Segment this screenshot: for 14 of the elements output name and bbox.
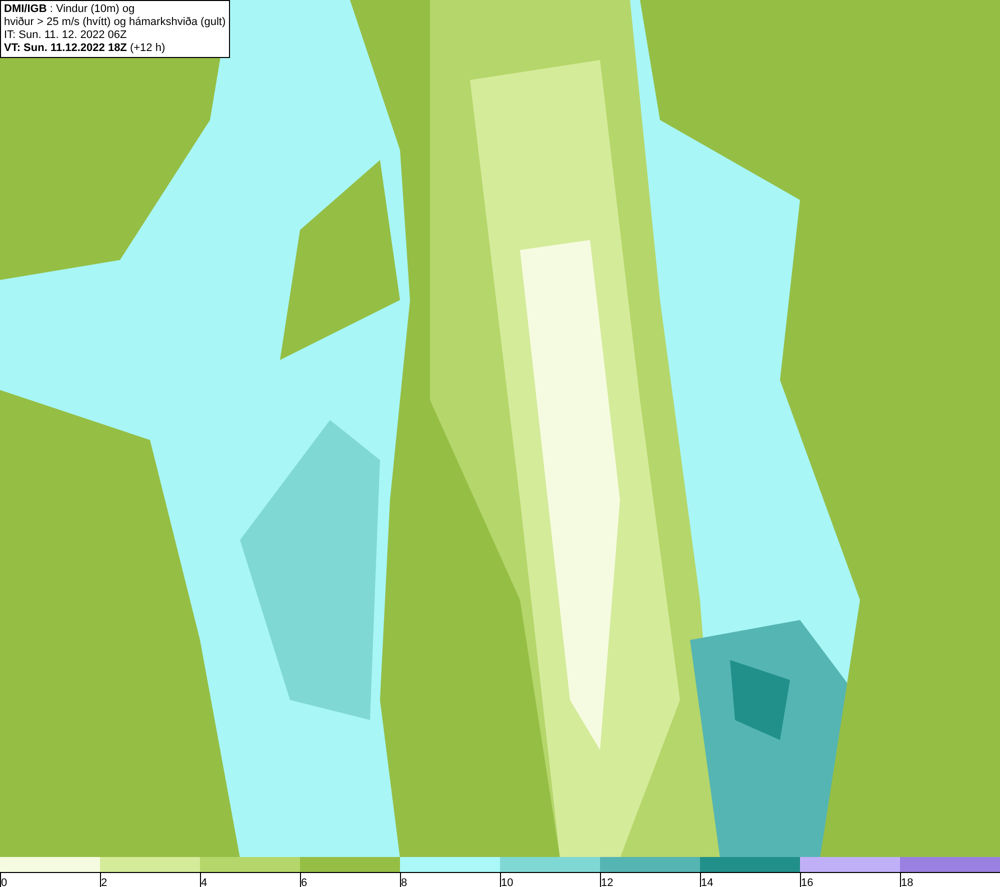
legend-label: 12 — [601, 877, 614, 887]
legend-label: 2 — [101, 877, 108, 887]
legend-label: 18 — [901, 877, 914, 887]
legend-label: 6 — [301, 877, 308, 887]
legend-label: 16 — [801, 877, 814, 887]
header-text: DMI/IGB : Vindur (10m) og — [4, 3, 136, 16]
legend-label: 4 — [201, 877, 208, 887]
legend-label: 0 — [1, 877, 8, 887]
legend-label: 14 — [701, 877, 714, 887]
legend-label: 10 — [501, 877, 514, 887]
header-text: hviður > 25 m/s (hvítt) og hámarkshviða (gult) — [4, 16, 226, 29]
legend-label: 8 — [401, 877, 408, 887]
header-text: IT: Sun. 11. 12. 2022 06Z — [4, 29, 128, 42]
header-text: VT: Sun. 11.12.2022 18Z (+12 h) — [4, 42, 166, 55]
